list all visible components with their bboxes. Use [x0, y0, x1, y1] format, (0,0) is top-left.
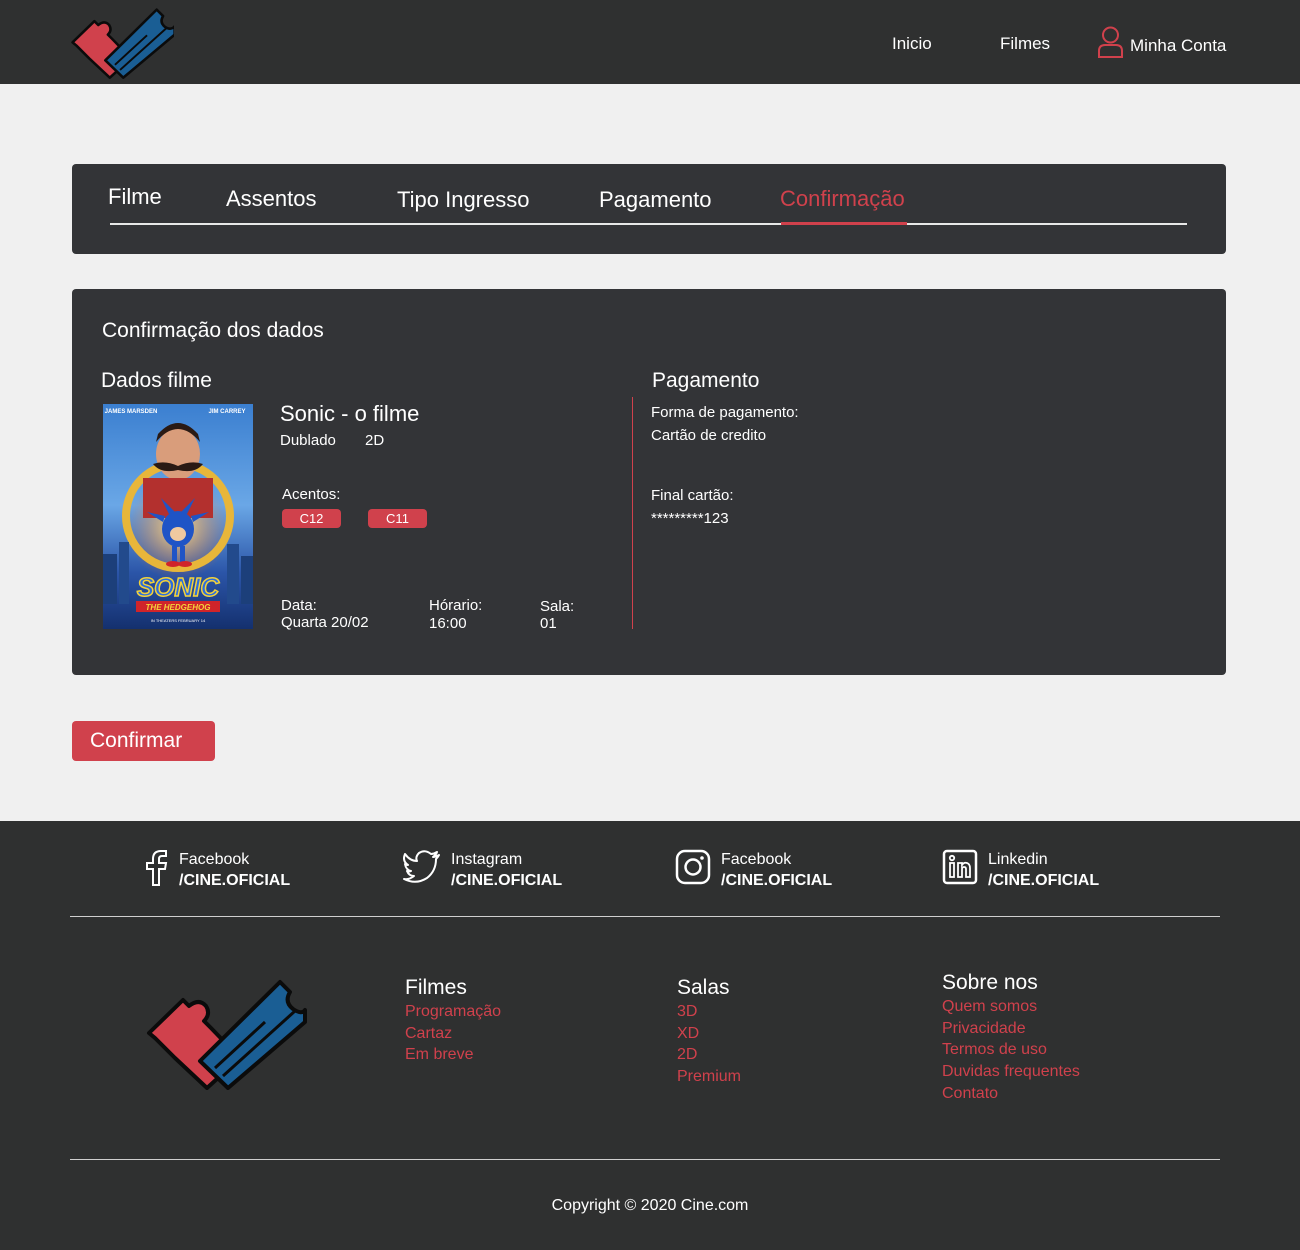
- seat-badge: C12: [282, 509, 341, 528]
- linkedin-icon: [942, 849, 978, 885]
- user-icon: [1098, 26, 1123, 58]
- social-network: Linkedin: [988, 851, 1048, 868]
- footer-link[interactable]: Duvidas frequentes: [942, 1061, 1080, 1083]
- nav-minha-conta[interactable]: Minha Conta: [1097, 26, 1226, 58]
- movie-poster: JAMES MARSDEN JIM CARREY SONIC THE HEDGE…: [103, 404, 253, 629]
- step-pagamento[interactable]: Pagamento: [599, 187, 712, 213]
- footer-link[interactable]: Contato: [942, 1083, 1080, 1105]
- footer-link[interactable]: Privacidade: [942, 1018, 1080, 1040]
- twitter-icon: [403, 850, 440, 883]
- poster-actor-right: JIM CARREY: [208, 409, 245, 415]
- room-label: Sala:: [540, 598, 575, 615]
- facebook-icon: [146, 850, 168, 886]
- cine-logo[interactable]: [70, 6, 174, 80]
- social-handle: /CINE.OFICIAL: [721, 872, 833, 889]
- movie-title: Sonic - o filme: [280, 401, 420, 426]
- card-value: *********123: [651, 510, 729, 527]
- payment-section-title: Pagamento: [652, 369, 760, 392]
- footer-link[interactable]: Termos de uso: [942, 1039, 1080, 1061]
- poster-subtitle: THE HEDGEHOG: [146, 603, 211, 612]
- time-value: 16:00: [429, 615, 467, 632]
- step-filme[interactable]: Filme: [108, 184, 162, 210]
- confirm-button[interactable]: Confirmar: [72, 721, 215, 761]
- footer-link[interactable]: Premium: [677, 1066, 741, 1088]
- social-facebook[interactable]: Facebook /CINE.OFICIAL: [143, 849, 290, 891]
- social-linkedin[interactable]: Linkedin /CINE.OFICIAL: [942, 849, 1099, 891]
- social-handle: /CINE.OFICIAL: [451, 872, 563, 889]
- social-twitter[interactable]: Instagram /CINE.OFICIAL: [403, 849, 562, 891]
- active-step-indicator: [781, 222, 907, 225]
- nav-filmes[interactable]: Filmes: [1000, 34, 1050, 54]
- checkout-steps: Filme Assentos Tipo Ingresso Pagamento C…: [72, 164, 1226, 254]
- footer-link[interactable]: 3D: [677, 1001, 741, 1023]
- footer: Facebook /CINE.OFICIAL Instagram /CINE.O…: [0, 821, 1300, 1250]
- social-instagram[interactable]: Facebook /CINE.OFICIAL: [675, 849, 832, 891]
- social-handle: /CINE.OFICIAL: [988, 872, 1100, 889]
- top-header: Inicio Filmes Minha Conta: [0, 0, 1300, 84]
- poster-actor-left: JAMES MARSDEN: [105, 409, 158, 415]
- footer-column-sobre-nos: Sobre nos Quem somos Privacidade Termos …: [942, 971, 1080, 1105]
- poster-release: IN THEATERS FEBRUARY 14: [151, 618, 206, 623]
- social-network: Facebook: [721, 851, 792, 868]
- confirmation-panel: Confirmação dos dados Dados filme JAMES …: [72, 289, 1226, 675]
- time-label: Hórario:: [429, 597, 483, 614]
- footer-column-title: Salas: [677, 976, 730, 999]
- footer-column-title: Sobre nos: [942, 971, 1038, 994]
- social-handle: /CINE.OFICIAL: [179, 872, 291, 889]
- date-label: Data:: [281, 597, 317, 614]
- footer-divider: [70, 916, 1220, 917]
- room-value: 01: [540, 615, 557, 632]
- footer-link[interactable]: Cartaz: [405, 1023, 501, 1045]
- copyright: Copyright © 2020 Cine.com: [551, 1197, 749, 1214]
- footer-link[interactable]: 2D: [677, 1044, 741, 1066]
- step-assentos[interactable]: Assentos: [226, 186, 317, 212]
- account-label: Minha Conta: [1130, 36, 1227, 55]
- footer-column-filmes: Filmes Programação Cartaz Em breve: [405, 976, 501, 1066]
- section-divider: [632, 397, 633, 629]
- footer-link[interactable]: Em breve: [405, 1044, 501, 1066]
- footer-column-salas: Salas 3D XD 2D Premium: [677, 976, 741, 1088]
- movie-section-title: Dados filme: [101, 369, 212, 392]
- nav-inicio[interactable]: Inicio: [892, 34, 932, 54]
- step-tipo-ingresso[interactable]: Tipo Ingresso: [397, 187, 529, 213]
- footer-link[interactable]: Quem somos: [942, 996, 1080, 1018]
- footer-divider: [70, 1159, 1220, 1160]
- footer-link[interactable]: Programação: [405, 1001, 501, 1023]
- social-network: Instagram: [451, 851, 523, 868]
- social-network: Facebook: [179, 851, 250, 868]
- movie-format: 2D: [365, 432, 385, 449]
- card-label: Final cartão:: [651, 487, 734, 504]
- footer-column-title: Filmes: [405, 976, 467, 999]
- payment-method-label: Forma de pagamento:: [651, 404, 799, 421]
- poster-logo: SONIC: [137, 572, 221, 602]
- panel-title: Confirmação dos dados: [102, 319, 324, 342]
- seats-label: Acentos:: [282, 486, 341, 503]
- instagram-icon: [675, 849, 711, 885]
- footer-link[interactable]: XD: [677, 1023, 741, 1045]
- date-value: Quarta 20/02: [281, 614, 369, 631]
- movie-dub: Dublado: [280, 432, 336, 449]
- cine-logo[interactable]: [145, 978, 307, 1090]
- step-confirmacao[interactable]: Confirmação: [780, 186, 905, 212]
- steps-divider: [110, 223, 1187, 225]
- seat-badge: C11: [368, 509, 427, 528]
- payment-method-value: Cartão de credito: [651, 427, 767, 444]
